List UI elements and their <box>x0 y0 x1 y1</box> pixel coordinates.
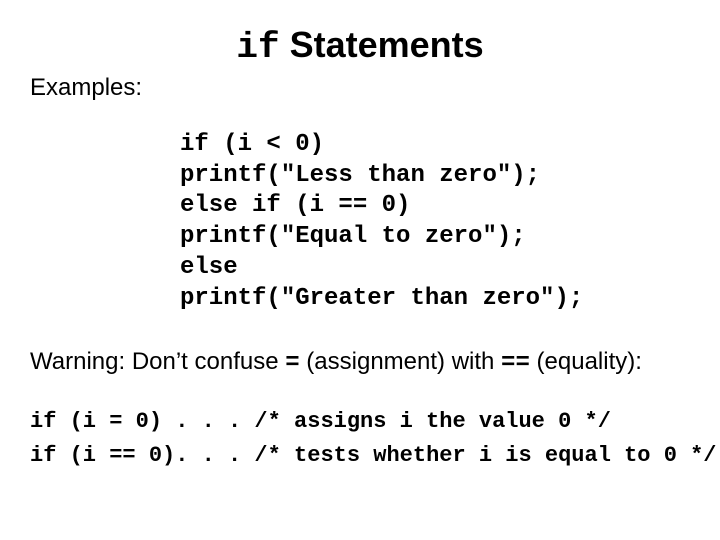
examples-label: Examples: <box>30 74 690 102</box>
warning-mid: (assignment) with <box>300 348 501 375</box>
assign-operator: = <box>285 350 299 377</box>
equality-operator: == <box>501 350 530 377</box>
warning-pre: Warning: Don’t confuse <box>30 348 285 375</box>
code-line: printf("Less than zero"); <box>180 162 540 189</box>
code-line: else <box>180 254 238 281</box>
code-example-block: if (i < 0) printf("Less than zero"); els… <box>180 130 690 314</box>
bottom-code-block: if (i = 0) . . . /* assigns i the value … <box>30 405 690 473</box>
code-line: if (i < 0) <box>180 131 324 158</box>
code-line: printf("Greater than zero"); <box>180 285 583 312</box>
warning-text: Warning: Don’t confuse = (assignment) wi… <box>30 348 690 377</box>
code-line: printf("Equal to zero"); <box>180 223 526 250</box>
title-keyword: if <box>236 27 279 68</box>
warning-post: (equality): <box>530 348 642 375</box>
code-line: if (i = 0) . . . /* assigns i the value … <box>30 409 611 434</box>
slide-title: if Statements <box>30 24 690 68</box>
code-line: if (i == 0). . . /* tests whether i is e… <box>30 443 717 468</box>
title-rest: Statements <box>280 24 484 65</box>
code-line: else if (i == 0) <box>180 192 410 219</box>
slide: if Statements Examples: if (i < 0) print… <box>0 0 720 540</box>
